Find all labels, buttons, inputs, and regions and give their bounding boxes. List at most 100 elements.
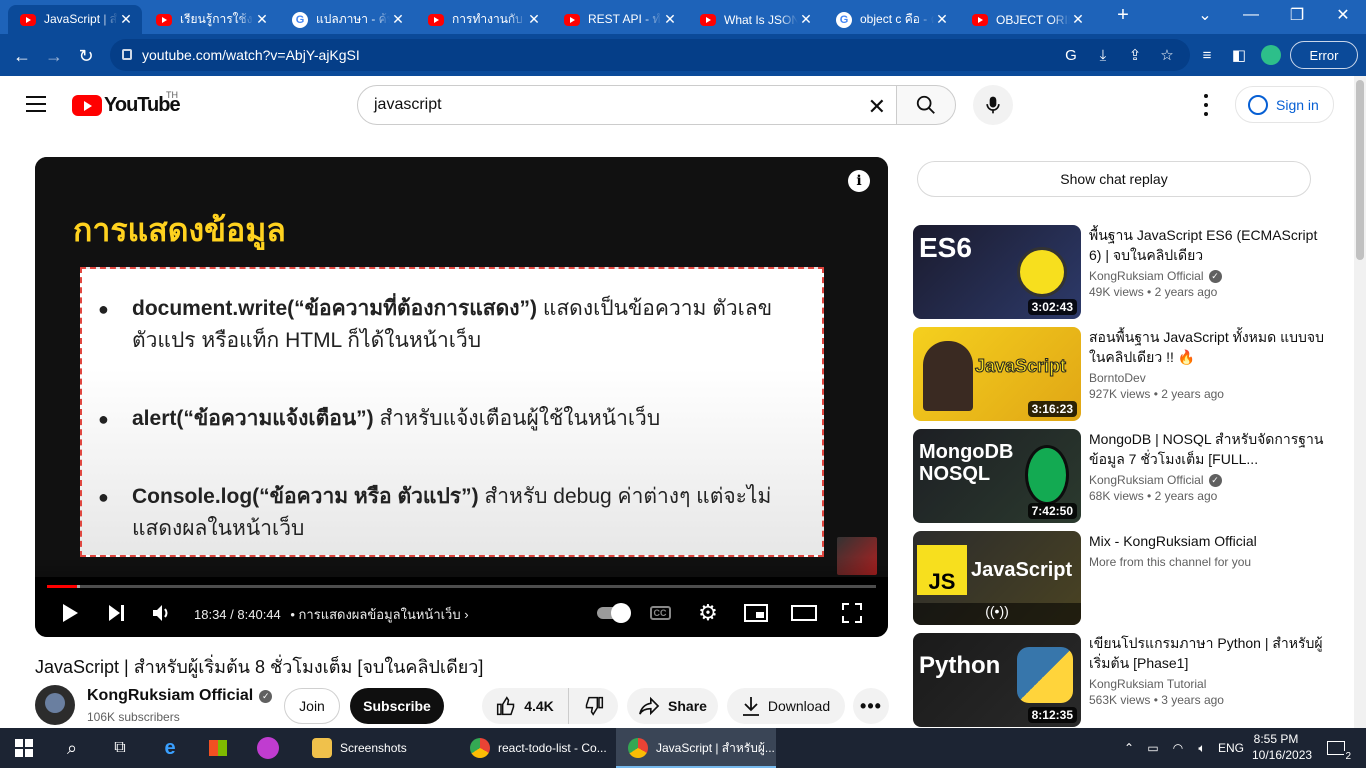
recommended-channel[interactable]: KongRuksiam Official: [1089, 473, 1204, 487]
profile-icon[interactable]: [1258, 42, 1284, 68]
browser-tab[interactable]: JavaScript | สำหรับผู้เริ่มต้น ✕: [8, 5, 142, 34]
recommended-channel[interactable]: BorntoDev: [1089, 371, 1146, 385]
close-icon[interactable]: ✕: [798, 11, 814, 28]
miniplayer-button[interactable]: [743, 601, 769, 625]
video-thumbnail[interactable]: ES6 3:02:43: [913, 225, 1081, 319]
page-scrollbar[interactable]: [1354, 76, 1366, 728]
edge-icon[interactable]: e: [158, 728, 182, 768]
browser-tab[interactable]: G แปลภาษา - ค้นหา ✕: [280, 5, 414, 34]
subscribe-button[interactable]: Subscribe: [350, 688, 444, 724]
recommended-title[interactable]: MongoDB | NOSQL สำหรับจัดการฐานข้อมูล 7 …: [1089, 429, 1329, 469]
next-button[interactable]: [104, 601, 130, 625]
channel-avatar[interactable]: [35, 685, 75, 725]
recommended-video[interactable]: JavaScript 3:16:23 สอนพื้นฐาน JavaScript…: [913, 327, 1333, 421]
recommended-title[interactable]: พื้นฐาน JavaScript ES6 (ECMAScript 6) | …: [1089, 225, 1329, 265]
new-tab-button[interactable]: +: [1100, 0, 1146, 30]
install-icon[interactable]: ⤓: [1090, 42, 1116, 68]
recommended-title[interactable]: เขียนโปรแกรมภาษา Python | สำหรับผู้เริ่ม…: [1089, 633, 1329, 673]
volume-icon[interactable]: 🔈︎: [1192, 728, 1212, 768]
notification-center-icon[interactable]: 2: [1322, 728, 1352, 768]
recommended-channel[interactable]: KongRuksiam Official: [1089, 269, 1204, 283]
share-button[interactable]: Share: [627, 688, 718, 724]
address-bar[interactable]: youtube.com/watch?v=AbjY-ajKgSI: [110, 39, 1190, 71]
recommended-title[interactable]: Mix - KongRuksiam Official: [1089, 531, 1329, 551]
sign-in-button[interactable]: Sign in: [1235, 86, 1334, 123]
windows-start-icon[interactable]: [12, 728, 36, 768]
task-view-icon[interactable]: ⧉: [108, 728, 132, 768]
youtube-logo[interactable]: YouTube TH: [72, 90, 181, 117]
voice-search-button[interactable]: [973, 85, 1013, 125]
browser-tab[interactable]: What Is JSON ✕: [688, 5, 822, 34]
recommended-video[interactable]: MongoDB NOSQL 7:42:50 MongoDB | NOSQL สำ…: [913, 429, 1333, 523]
scrollbar-thumb[interactable]: [1356, 80, 1364, 260]
dislike-button[interactable]: [568, 688, 618, 724]
media-control-icon[interactable]: ≡: [1194, 42, 1220, 68]
share-icon[interactable]: ⇪: [1122, 42, 1148, 68]
restore-button[interactable]: ❐: [1274, 0, 1320, 30]
taskbar-app[interactable]: JavaScript | สำหรับผู้...: [616, 728, 776, 768]
progress-bar[interactable]: [47, 585, 876, 588]
video-thumbnail[interactable]: JavaScript 3:16:23: [913, 327, 1081, 421]
side-panel-icon[interactable]: ◧: [1226, 42, 1252, 68]
video-thumbnail[interactable]: JS JavaScript ((•)): [913, 531, 1081, 625]
taskbar-app[interactable]: Screenshots: [300, 728, 452, 768]
wps-icon[interactable]: [256, 728, 280, 768]
close-icon[interactable]: ✕: [662, 11, 678, 28]
close-icon[interactable]: ✕: [1070, 11, 1086, 28]
close-icon[interactable]: ✕: [934, 11, 950, 28]
search-icon[interactable]: ⌕: [60, 728, 84, 768]
join-button[interactable]: Join: [284, 688, 340, 724]
search-button[interactable]: [896, 85, 956, 125]
theater-mode-button[interactable]: [791, 601, 817, 625]
fullscreen-button[interactable]: [839, 601, 865, 625]
browser-tab[interactable]: G object c คือ - ค้นหา ✕: [824, 5, 958, 34]
like-button[interactable]: 4.4K: [482, 688, 568, 724]
wifi-icon[interactable]: ◠: [1168, 728, 1188, 768]
recommended-channel[interactable]: KongRuksiam Tutorial: [1089, 677, 1206, 691]
close-icon[interactable]: ✕: [254, 11, 270, 28]
recommended-title[interactable]: สอนพื้นฐาน JavaScript ทั้งหมด แบบจบในคลิ…: [1089, 327, 1329, 367]
channel-name[interactable]: KongRuksiam Official: [87, 687, 253, 705]
forward-icon[interactable]: →: [40, 42, 68, 70]
network-icon[interactable]: ▭: [1144, 728, 1162, 768]
show-hidden-icons[interactable]: ⌃: [1120, 728, 1138, 768]
autoplay-toggle[interactable]: [595, 601, 631, 625]
taskbar-app[interactable]: react-todo-list - Co...: [458, 728, 610, 768]
settings-more-icon[interactable]: [1196, 94, 1216, 116]
error-button[interactable]: Error: [1290, 41, 1358, 69]
browser-tab[interactable]: การทำงานกับ JSON ✕: [416, 5, 550, 34]
play-button[interactable]: [57, 601, 83, 625]
browser-tab[interactable]: REST API - ทำ ✕: [552, 5, 686, 34]
more-actions-button[interactable]: •••: [853, 688, 889, 724]
browser-tab[interactable]: OBJECT ORIENTED ✕: [960, 5, 1094, 34]
info-icon[interactable]: i: [848, 170, 870, 192]
recommended-mix[interactable]: JS JavaScript ((•)) Mix - KongRuksiam Of…: [913, 531, 1333, 625]
language-indicator[interactable]: ENG: [1216, 728, 1246, 768]
system-clock[interactable]: 8:55 PM 10/16/2023: [1252, 731, 1312, 763]
back-icon[interactable]: ←: [8, 42, 36, 70]
clear-search-icon[interactable]: ✕: [868, 94, 886, 120]
store-icon[interactable]: [206, 728, 230, 768]
subtitles-button[interactable]: CC: [647, 601, 673, 625]
minimize-button[interactable]: —: [1228, 0, 1274, 30]
close-icon[interactable]: ✕: [118, 11, 134, 28]
download-button[interactable]: Download: [727, 688, 845, 724]
browser-tab[interactable]: เรียนรู้การใช้งาน ✕: [144, 5, 278, 34]
video-thumbnail[interactable]: Python 8:12:35: [913, 633, 1081, 727]
google-lens-icon[interactable]: G: [1058, 42, 1084, 68]
show-chat-replay-button[interactable]: Show chat replay: [917, 161, 1311, 197]
bookmark-star-icon[interactable]: ☆: [1154, 42, 1180, 68]
video-player[interactable]: การแสดงข้อมูล document.write(“ข้อความที่…: [35, 157, 888, 637]
close-icon[interactable]: ✕: [526, 11, 542, 28]
reload-icon[interactable]: ↻: [72, 42, 100, 70]
search-input[interactable]: javascript ✕: [357, 85, 897, 125]
tab-search-icon[interactable]: ⌄: [1182, 0, 1228, 30]
volume-button[interactable]: [149, 601, 175, 625]
recommended-video[interactable]: ES6 3:02:43 พื้นฐาน JavaScript ES6 (ECMA…: [913, 225, 1333, 319]
close-window-button[interactable]: ✕: [1320, 0, 1366, 30]
close-icon[interactable]: ✕: [390, 11, 406, 28]
recommended-video[interactable]: Python 8:12:35 เขียนโปรแกรมภาษา Python |…: [913, 633, 1333, 727]
channel-name-row[interactable]: KongRuksiam Official ✓: [87, 687, 273, 705]
menu-icon[interactable]: [26, 96, 46, 112]
video-thumbnail[interactable]: MongoDB NOSQL 7:42:50: [913, 429, 1081, 523]
